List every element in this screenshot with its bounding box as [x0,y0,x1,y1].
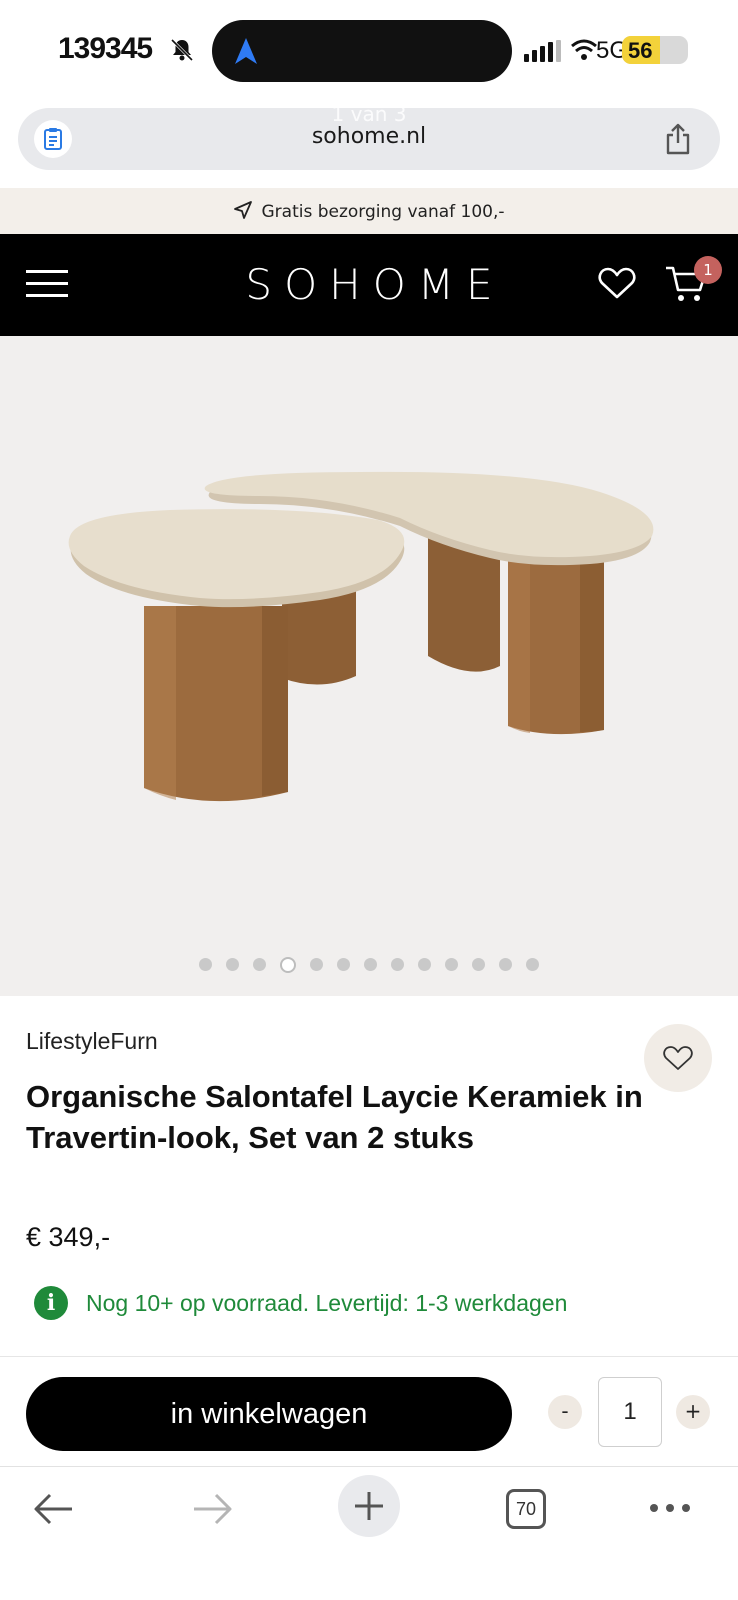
signal-icon [524,40,561,62]
site-header: SOHOME [0,234,738,336]
address-bar[interactable]: 1 van 3 sohome.nl [18,102,720,170]
quantity-increase-button[interactable]: + [676,1395,710,1429]
more-icon[interactable] [648,1493,692,1523]
stock-text: Nog 10+ op voorraad. Levertijd: 1-3 werk… [86,1290,568,1316]
battery-icon: 56 [622,36,688,64]
gallery-dot[interactable] [337,958,350,971]
browser-toolbar: 70 [0,1466,738,1600]
add-to-cart-bar: in winkelwagen - 1 + [0,1356,738,1466]
gallery-dot[interactable] [391,958,404,971]
tab-indicator: 1 van 3 [331,102,407,126]
back-arrow-icon[interactable] [32,1489,76,1529]
gallery-dot[interactable] [199,958,212,971]
promo-strip: Gratis bezorging vanaf 100,- [0,188,738,234]
send-icon [234,201,253,219]
favorite-button[interactable] [644,1024,712,1092]
wifi-icon [571,39,597,60]
gallery-dot-active[interactable] [280,956,296,973]
gallery-dot[interactable] [499,958,512,971]
status-bar: 139345 5G 56 [0,0,738,100]
status-time: 139345 [58,32,153,65]
product-gallery[interactable] [0,336,738,996]
gallery-dot[interactable] [226,958,239,971]
bell-slash-icon [170,38,194,62]
url-domain[interactable]: sohome.nl [18,124,720,149]
promo-text: Gratis bezorging vanaf 100,- [261,202,505,222]
forward-arrow-icon[interactable] [190,1489,234,1529]
gallery-dot[interactable] [253,958,266,971]
gallery-dot[interactable] [418,958,431,971]
product-image[interactable] [0,336,738,936]
navigation-arrow-icon [235,38,257,64]
gallery-dot[interactable] [526,958,539,971]
battery-percent: 56 [628,38,653,63]
gallery-pagination[interactable] [0,954,738,973]
product-price: € 349,- [26,1222,111,1252]
new-tab-button[interactable] [338,1475,400,1537]
quantity-input[interactable]: 1 [598,1377,662,1447]
cart-count-badge: 1 [694,256,722,284]
gallery-dot[interactable] [310,958,323,971]
tabs-icon[interactable]: 70 [506,1489,546,1529]
add-to-cart-button[interactable]: in winkelwagen [26,1377,512,1451]
gallery-dot[interactable] [472,958,485,971]
share-icon[interactable] [662,122,694,156]
heart-icon[interactable] [598,266,636,300]
gallery-dot[interactable] [364,958,377,971]
quantity-decrease-button[interactable]: - [548,1395,582,1429]
product-title: Organische Salontafel Laycie Keramiek in… [26,1079,643,1155]
product-brand[interactable]: LifestyleFurn [26,1028,158,1055]
plus-icon [355,1492,383,1520]
dynamic-island [212,20,512,82]
gallery-dot[interactable] [445,958,458,971]
heart-icon [663,1046,693,1070]
info-icon: i [34,1286,68,1320]
